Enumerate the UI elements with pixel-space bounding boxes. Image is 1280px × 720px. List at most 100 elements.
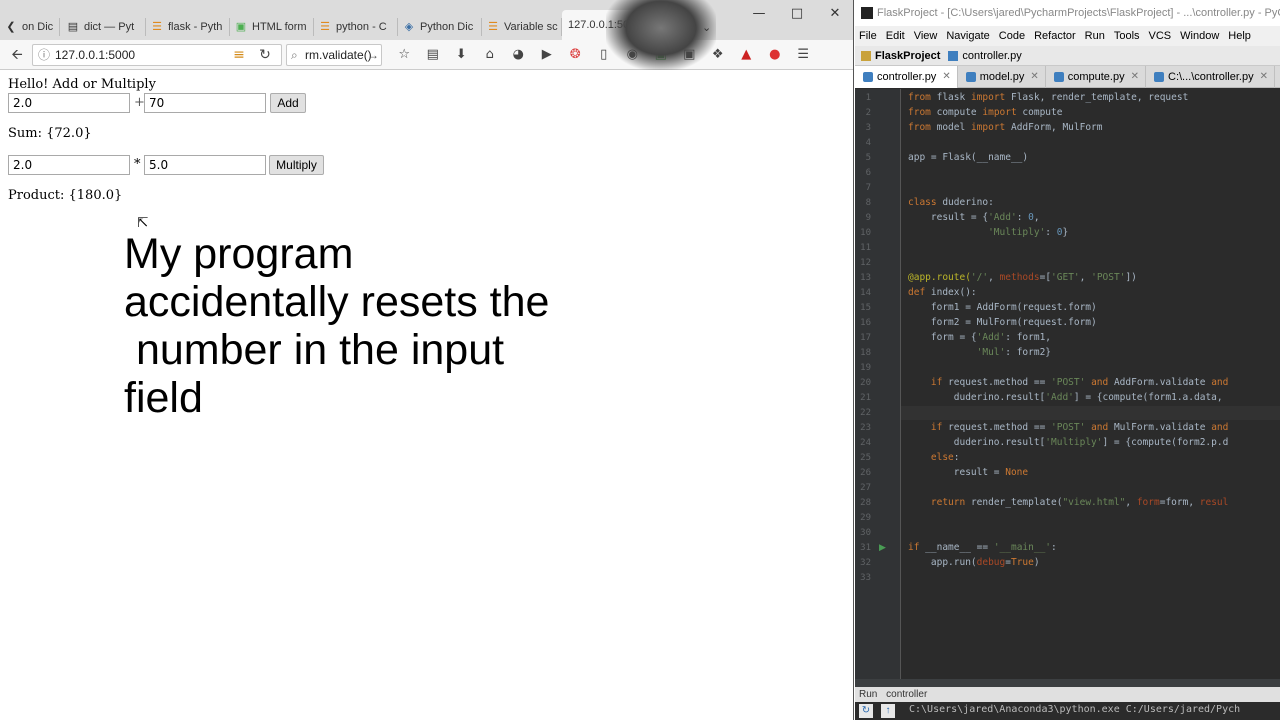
run-gutter-icon[interactable]: ▶ xyxy=(879,542,886,553)
line-number: 33 xyxy=(860,573,871,583)
code-editor[interactable]: 1 2 3 4 5 6 7 8 9 10 11 12 13 14 15 16 17 18 19 20 21 22 23 24 2… xyxy=(855,89,1280,679)
menu-code[interactable]: Code xyxy=(999,30,1025,42)
add-field-a[interactable]: 2.0 xyxy=(8,93,130,113)
line-number: 4 xyxy=(865,138,871,148)
youtube-icon[interactable]: ▶ xyxy=(533,44,562,66)
run-panel-header: Run controller xyxy=(855,687,1280,702)
line-number: 11 xyxy=(860,243,871,253)
add-button[interactable]: Add xyxy=(270,93,306,113)
scroll-up-icon[interactable]: ↑ xyxy=(881,704,895,718)
editor-tab-controller[interactable]: controller.py ✕ xyxy=(855,66,958,88)
multiply-button[interactable]: Multiply xyxy=(269,155,324,175)
run-command-text: C:\Users\jared\Anaconda3\python.exe C:/U… xyxy=(909,704,1241,715)
python-file-icon xyxy=(948,50,959,61)
code-line: form1 = AddForm(request.form) xyxy=(908,302,1097,313)
ide-title-bar: FlaskProject - [C:\Users\jared\PycharmPr… xyxy=(855,0,1280,26)
download-icon[interactable]: ⬇ xyxy=(447,44,476,66)
info-icon[interactable]: ⓘ xyxy=(38,45,50,65)
line-number: 21 xyxy=(860,393,871,403)
run-label: Run xyxy=(859,689,878,700)
home-icon[interactable]: ⌂ xyxy=(476,44,505,66)
mega-icon[interactable]: ● xyxy=(761,44,790,66)
bookmark-star-icon[interactable]: ☆ xyxy=(390,44,419,66)
diamond-icon: ◈ xyxy=(404,21,414,33)
reader-view-icon[interactable]: ≡ xyxy=(228,44,250,66)
editor-tab-model[interactable]: model.py ✕ xyxy=(958,66,1046,88)
search-icon: ⌕ xyxy=(291,48,298,62)
current-line-highlight xyxy=(901,406,1280,420)
clipboard-icon[interactable]: ▤ xyxy=(419,44,448,66)
menu-vcs[interactable]: VCS xyxy=(1149,30,1172,42)
line-number: 28 xyxy=(860,498,871,508)
line-number: 19 xyxy=(860,363,871,373)
close-tab-icon[interactable]: ✕ xyxy=(942,66,950,88)
minimize-button[interactable]: — xyxy=(740,0,778,28)
browser-tab[interactable]: ◈ Python Dic xyxy=(402,14,482,40)
code-line: duderino.result['Multiply'] = {compute(f… xyxy=(908,437,1229,448)
rerun-icon[interactable]: ↻ xyxy=(859,704,873,718)
breadcrumb-project[interactable]: FlaskProject xyxy=(861,50,940,62)
menu-navigate[interactable]: Navigate xyxy=(946,30,989,42)
ublock-icon[interactable]: ▲ xyxy=(732,44,761,66)
close-tab-icon[interactable]: ✕ xyxy=(1260,66,1268,88)
browser-tab[interactable]: ▣ HTML form xyxy=(234,14,314,40)
menu-refactor[interactable]: Refactor xyxy=(1034,30,1076,42)
line-number-gutter: 1 2 3 4 5 6 7 8 9 10 11 12 13 14 15 16 17 18 19 20 21 22 23 24 2… xyxy=(855,89,901,679)
close-tab-icon[interactable]: ✕ xyxy=(1030,66,1038,88)
product-result: Product: {180.0} xyxy=(8,188,123,203)
code-line: duderino.result['Add'] = {compute(form1.… xyxy=(908,392,1223,403)
line-number: 13 xyxy=(860,273,871,283)
close-tab-icon[interactable]: ✕ xyxy=(1131,66,1139,88)
run-config-name[interactable]: controller xyxy=(886,689,927,700)
editor-tab-other-controller[interactable]: C:\...\controller.py ✕ xyxy=(1146,66,1275,88)
stackoverflow-icon: ☰ xyxy=(320,21,330,33)
code-line: app = Flask(__name__) xyxy=(908,152,1029,163)
browser-tab[interactable]: ☰ Variable sc xyxy=(486,14,562,40)
lifebuoy-icon[interactable]: ❂ xyxy=(561,44,590,66)
close-window-button[interactable]: ✕ xyxy=(816,0,853,28)
code-line: 'Mul': form2} xyxy=(976,347,1052,358)
menu-view[interactable]: View xyxy=(914,30,938,42)
code-line: return render_template("view.html", form… xyxy=(930,497,1229,508)
toolbar-icons: ☆ ▤ ⬇ ⌂ ◕ ▶ ❂ ▯ ◉ ▣ ▣ ❖ ▲ ● ☰ xyxy=(390,44,818,66)
back-arrow-icon[interactable]: 🡨 xyxy=(6,44,28,66)
line-number: 29 xyxy=(860,513,871,523)
pycharm-window: FlaskProject - [C:\Users\jared\PycharmPr… xyxy=(855,0,1280,720)
hamburger-menu-icon[interactable]: ☰ xyxy=(789,44,818,66)
line-number: 8 xyxy=(865,198,871,208)
folder-icon xyxy=(861,50,871,61)
search-input[interactable]: ⌕ rm.validate() → xyxy=(286,44,382,66)
multiply-field-a[interactable]: 2.0 xyxy=(8,155,130,175)
menu-edit[interactable]: Edit xyxy=(886,30,905,42)
code-line: from model import AddForm, MulForm xyxy=(908,122,1103,133)
editor-tab-compute[interactable]: compute.py ✕ xyxy=(1046,66,1146,88)
browser-tab[interactable]: ☰ flask - Pyth xyxy=(150,14,230,40)
menu-run[interactable]: Run xyxy=(1085,30,1105,42)
breadcrumb-file[interactable]: controller.py xyxy=(948,50,1022,62)
pocket-icon[interactable]: ◕ xyxy=(504,44,533,66)
code-line: result = None xyxy=(908,467,1029,478)
browser-tab[interactable]: ❮ on Dic xyxy=(4,14,60,40)
line-number: 22 xyxy=(860,408,871,418)
menu-help[interactable]: Help xyxy=(1228,30,1251,42)
back-tabs-arrow-icon[interactable]: ❮ xyxy=(4,20,18,34)
mouse-pointer-icon: ⇱ xyxy=(137,215,149,231)
reload-icon[interactable]: ↻ xyxy=(254,44,276,66)
browser-tab[interactable]: ☰ python - C xyxy=(318,14,398,40)
code-line: 'Multiply': 0} xyxy=(988,227,1069,238)
add-field-b[interactable]: 70 xyxy=(144,93,266,113)
browser-tab[interactable]: ▤ dict — Pyt xyxy=(66,14,146,40)
python-file-icon xyxy=(863,72,873,82)
code-line: from compute import compute xyxy=(908,107,1063,118)
python-file-icon xyxy=(965,72,976,82)
menu-tools[interactable]: Tools xyxy=(1114,30,1140,42)
menu-window[interactable]: Window xyxy=(1180,30,1219,42)
code-line: form2 = MulForm(request.form) xyxy=(908,317,1097,328)
multiply-field-b[interactable]: 5.0 xyxy=(144,155,266,175)
video-caption-overlay: My program accidentally resets the numbe… xyxy=(124,230,550,422)
maximize-button[interactable]: □ xyxy=(778,0,816,28)
window-controls: — □ ✕ xyxy=(740,0,853,28)
menu-file[interactable]: File xyxy=(859,30,877,42)
search-go-arrow-icon[interactable]: → xyxy=(367,45,379,65)
line-number: 31 xyxy=(860,543,871,553)
